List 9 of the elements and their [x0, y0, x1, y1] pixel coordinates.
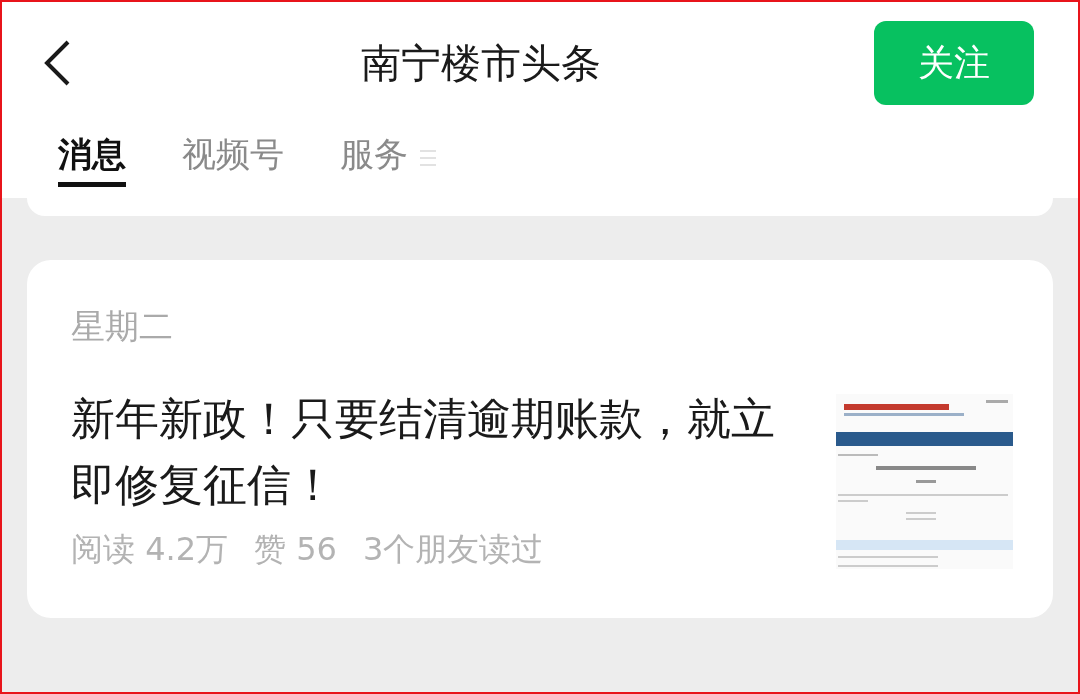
article-stat: 3个朋友读过: [362, 529, 544, 570]
back-icon[interactable]: [42, 39, 72, 87]
account-title: 南宁楼市头条: [361, 38, 601, 88]
article-card[interactable]: 星期二 新年新政！只要结清逾期账款，就立即修复征信！ 阅读 4.2万 赞 56 3个朋友读过: [27, 260, 1053, 618]
article-title[interactable]: 新年新政！只要结清逾期账款，就立即修复征信！: [71, 386, 806, 518]
tab[interactable]: 消息: [58, 132, 126, 187]
article-stat: 阅读 4.2万: [71, 529, 229, 570]
article-date: 星期二: [71, 305, 174, 348]
article-stat: 赞 56: [254, 529, 337, 570]
